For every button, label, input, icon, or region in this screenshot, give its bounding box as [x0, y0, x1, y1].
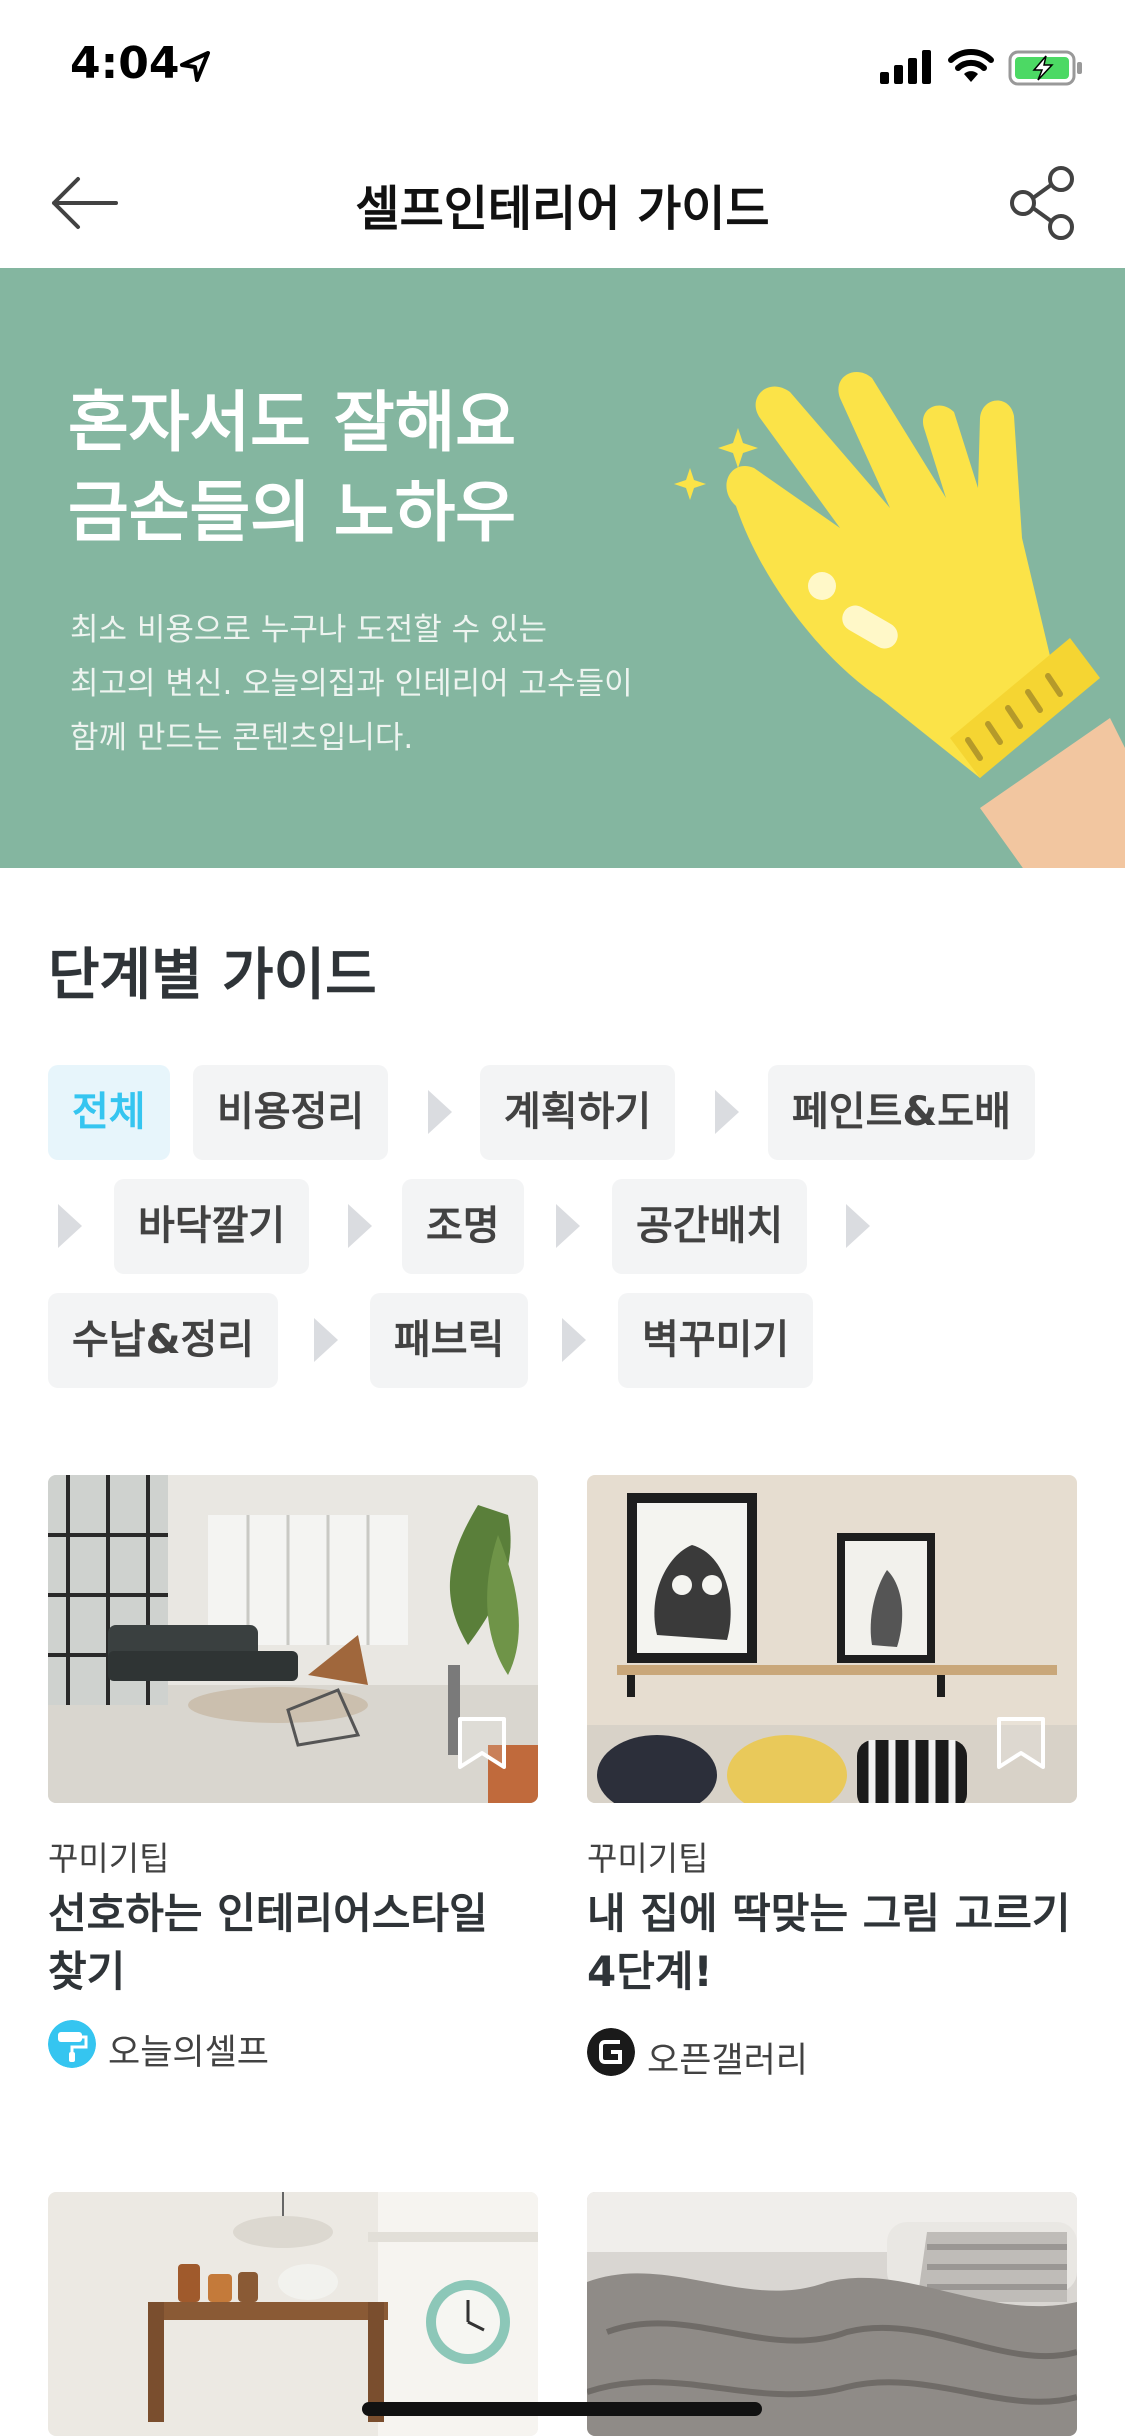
bookmark-icon[interactable]: [456, 1717, 508, 1769]
step-arrow-icon: [846, 1204, 870, 1248]
home-indicator[interactable]: [362, 2402, 762, 2416]
page-title: 셀프인테리어 가이드: [355, 181, 770, 237]
hero-description-line: 최고의 변신. 오늘의집과 인테리어 고수들이: [70, 666, 633, 702]
cellular-signal-icon: [880, 50, 931, 84]
chip-fabric[interactable]: 패브릭: [370, 1293, 529, 1388]
card-title: 선호하는 인테리어스타일 찾기: [48, 1889, 488, 1996]
step-arrow-icon: [314, 1318, 338, 1362]
card-category: 꾸미기팁: [48, 1839, 170, 1878]
hero-headline-line: 혼자서도 잘해요: [68, 384, 517, 461]
chip-storage[interactable]: 수납&정리: [48, 1293, 279, 1388]
hero-description-line: 함께 만드는 콘텐츠입니다.: [70, 720, 414, 756]
bookmark-icon[interactable]: [995, 1717, 1047, 1769]
card-category: 꾸미기팁: [587, 1839, 709, 1878]
section-title: 단계별 가이드: [48, 943, 377, 1008]
chip-flooring[interactable]: 바닥깔기: [114, 1179, 310, 1274]
hero-description: 최소 비용으로 누구나 도전할 수 있는 최고의 변신. 오늘의집과 인테리어 …: [70, 603, 633, 765]
chip-planning[interactable]: 계획하기: [480, 1065, 676, 1160]
status-time: 4:04: [70, 38, 180, 89]
share-icon[interactable]: [1005, 163, 1085, 243]
step-arrow-icon: [562, 1318, 586, 1362]
step-arrow-icon: [348, 1204, 372, 1248]
wifi-icon: [948, 49, 994, 82]
chip-cost[interactable]: 비용정리: [193, 1065, 389, 1160]
chip-all[interactable]: 전체: [48, 1065, 170, 1160]
step-arrow-icon: [58, 1204, 82, 1248]
bedding-photo[interactable]: [587, 2192, 1077, 2436]
battery-charging-icon: [1008, 50, 1082, 86]
step-arrow-icon: [428, 1090, 452, 1134]
paint-roller-avatar-icon: [48, 2020, 96, 2068]
chip-lighting[interactable]: 조명: [402, 1179, 524, 1274]
top-nav-bar: 셀프인테리어 가이드: [0, 135, 1125, 269]
step-arrow-icon: [556, 1204, 580, 1248]
hero-headline-line: 금손들의 노하우: [68, 474, 517, 551]
hero-headline: 혼자서도 잘해요 금손들의 노하우: [68, 378, 516, 558]
gallery-logo-avatar-icon: [587, 2028, 635, 2076]
status-bar: 4:04: [0, 0, 1125, 135]
author-name: 오픈갤러리: [647, 2041, 809, 2081]
chip-paint-wallpaper[interactable]: 페인트&도배: [768, 1065, 1035, 1160]
location-arrow-icon: [180, 51, 210, 82]
card-title: 내 집에 딱맞는 그림 고르기 4단계!: [587, 1889, 1071, 1996]
kitchen-shelf-photo[interactable]: [48, 2192, 538, 2436]
chip-layout[interactable]: 공간배치: [612, 1179, 808, 1274]
hero-banner: 혼자서도 잘해요 금손들의 노하우 최소 비용으로 누구나 도전할 수 있는 최…: [0, 268, 1125, 868]
yellow-glove-icon: [674, 371, 1125, 868]
chip-wall-decor[interactable]: 벽꾸미기: [618, 1293, 814, 1388]
author-name: 오늘의셀프: [108, 2033, 270, 2073]
hero-description-line: 최소 비용으로 누구나 도전할 수 있는: [70, 612, 548, 648]
step-arrow-icon: [715, 1090, 739, 1134]
